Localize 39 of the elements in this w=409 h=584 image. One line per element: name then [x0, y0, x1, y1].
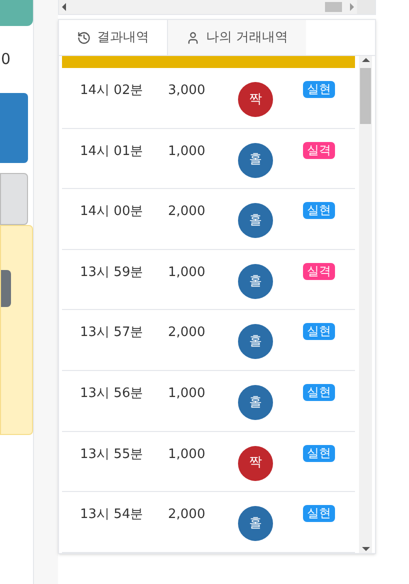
status-badge: 실격: [303, 142, 335, 159]
time-text: 13시 55분: [80, 446, 144, 464]
left-arrow-icon[interactable]: [62, 3, 66, 11]
status-badge: 실현: [303, 384, 335, 401]
tab[interactable]: 나의 거래내역: [168, 20, 306, 55]
time-text: 13시 59분: [80, 264, 144, 282]
tab[interactable]: 결과내역: [59, 20, 168, 55]
amount-text: 1,000: [168, 142, 206, 161]
side-tab[interactable]: [0, 0, 33, 26]
status-badge: 실현: [303, 505, 335, 522]
secondary-button[interactable]: [0, 173, 28, 225]
status-badge: 실현: [303, 202, 335, 220]
up-arrow-icon[interactable]: [362, 58, 370, 62]
amount-text: 1,000: [168, 264, 206, 282]
amount-text: 2,000: [168, 506, 206, 524]
amount-text: 3,000: [168, 82, 206, 100]
time-text: 14시 02분: [80, 82, 144, 100]
time-text: 14시 00분: [80, 203, 144, 222]
history-icon: [77, 30, 91, 44]
amount-text: 1,000: [168, 384, 206, 403]
down-arrow-icon[interactable]: [362, 547, 370, 551]
time-text: 13시 57분: [80, 324, 144, 342]
amount-text: 2,000: [168, 324, 206, 342]
person-icon: [186, 30, 200, 44]
status-badge: 실격: [303, 262, 335, 280]
scroll-thumb[interactable]: [325, 2, 342, 12]
time-text: 13시 54분: [80, 506, 144, 524]
dark-button[interactable]: [1, 270, 11, 307]
scroll-thumb[interactable]: [360, 68, 371, 124]
vertical-scrollbar[interactable]: [359, 56, 372, 553]
status-badge: 실현: [303, 323, 335, 340]
value-text: 0: [1, 48, 11, 70]
status-badge: 실현: [303, 444, 335, 462]
status-badge: 실현: [303, 81, 335, 98]
time-text: 13시 56분: [80, 384, 144, 403]
time-text: 14시 01분: [80, 142, 144, 161]
action-button[interactable]: [0, 93, 28, 163]
amount-text: 2,000: [168, 203, 206, 222]
amount-text: 1,000: [168, 446, 206, 464]
